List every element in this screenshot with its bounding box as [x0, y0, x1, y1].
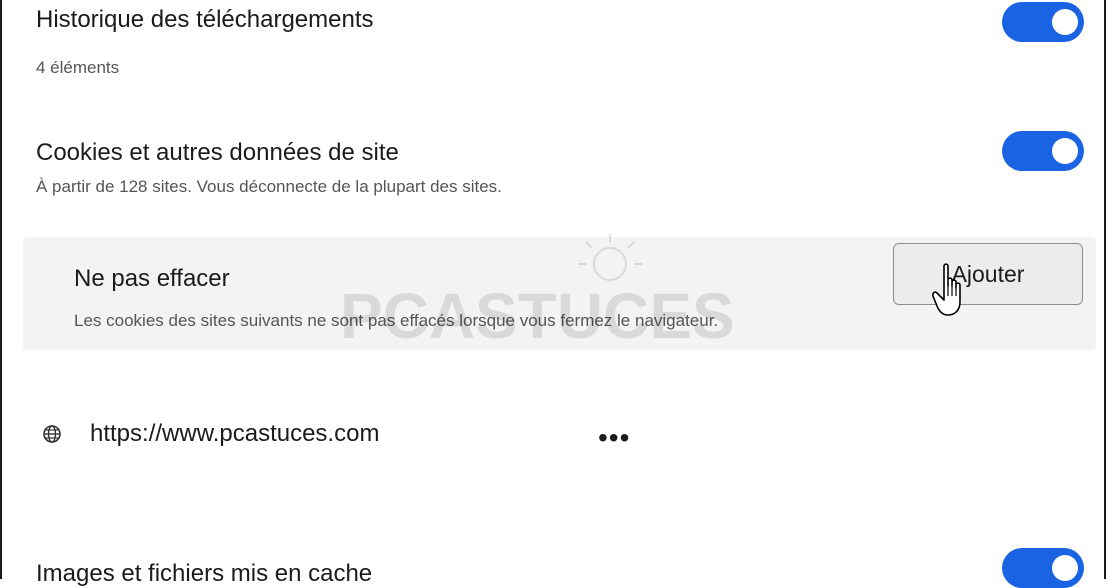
toggle-knob — [1052, 555, 1078, 581]
more-actions-button[interactable]: ••• — [598, 424, 630, 452]
window-border-left — [0, 0, 2, 579]
site-url: https://www.pcastuces.com — [90, 420, 380, 447]
site-list-item: https://www.pcastuces.com — [42, 416, 379, 452]
cookies-subtitle: À partir de 128 sites. Vous déconnecte d… — [36, 177, 502, 196]
download-history-subtitle: 4 éléments — [36, 58, 120, 77]
add-site-button[interactable]: Ajouter — [893, 243, 1083, 305]
cached-images-title: Images et fichiers mis en cache — [36, 560, 373, 587]
hand-cursor-icon — [932, 263, 961, 316]
cookies-toggle[interactable] — [1002, 131, 1084, 171]
globe-icon — [43, 425, 61, 443]
toggle-knob — [1052, 138, 1078, 164]
download-history-toggle[interactable] — [1002, 2, 1084, 42]
do-not-clear-title: Ne pas effacer — [74, 265, 230, 292]
do-not-clear-description: Les cookies des sites suivants ne sont p… — [74, 311, 719, 330]
download-history-title: Historique des téléchargements — [36, 6, 374, 33]
cookies-title: Cookies et autres données de site — [36, 139, 399, 166]
toggle-knob — [1052, 9, 1078, 35]
cached-images-toggle[interactable] — [1002, 548, 1084, 588]
